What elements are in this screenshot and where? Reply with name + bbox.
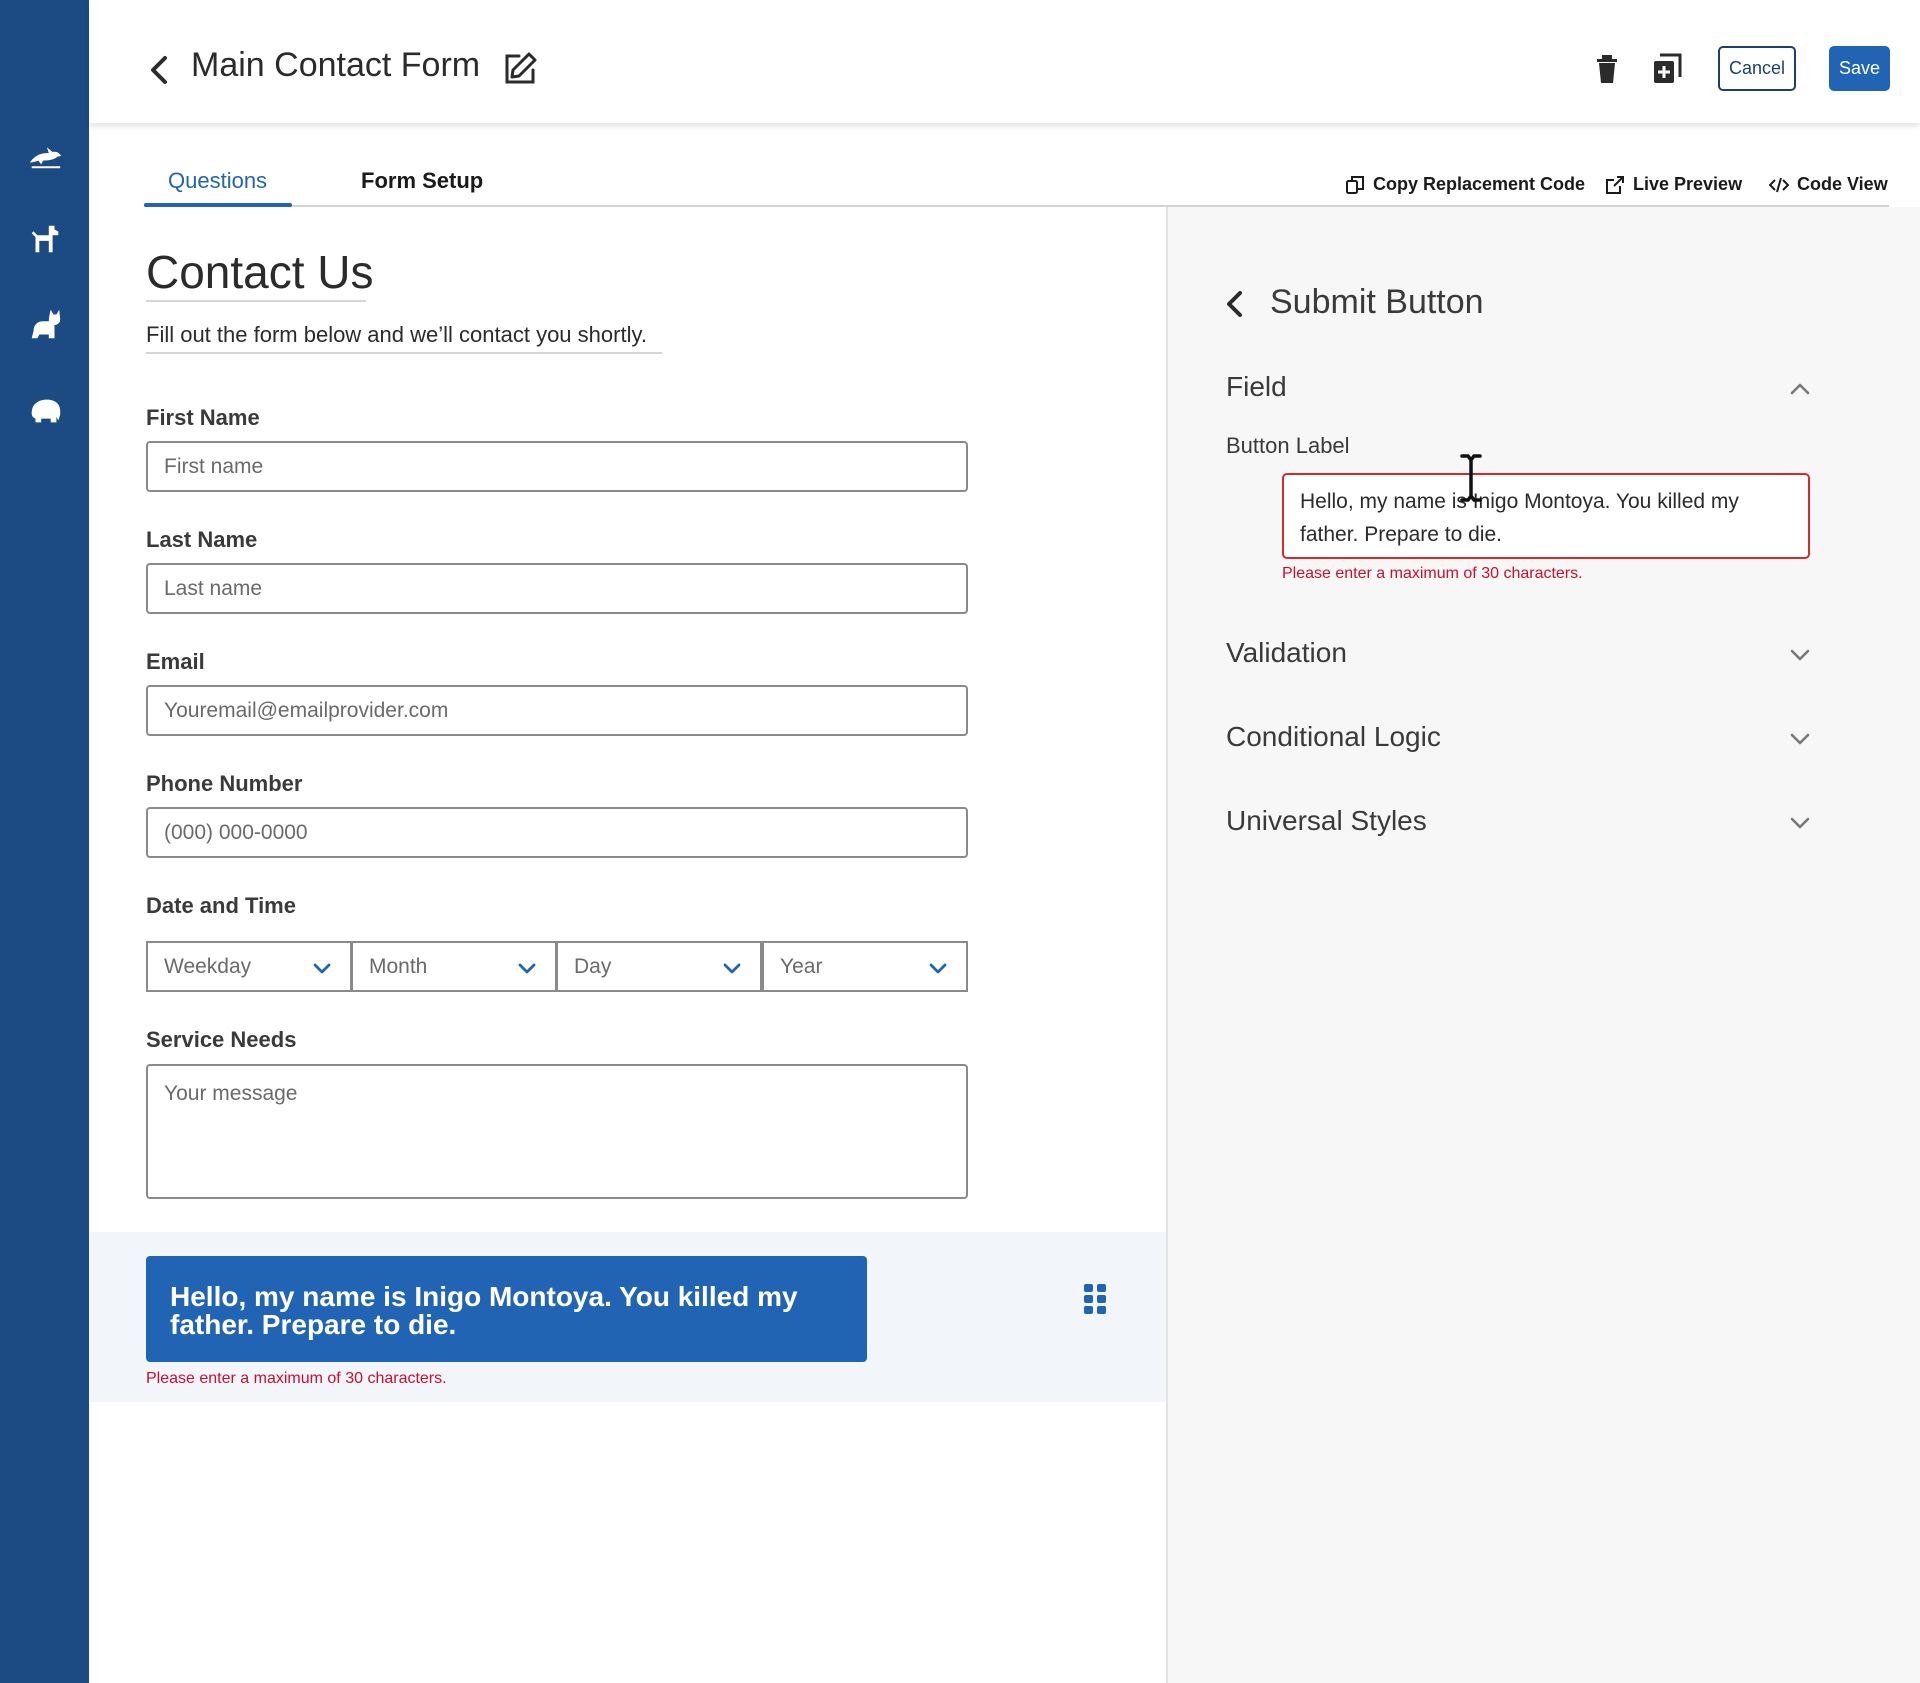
day-select[interactable]: Day (556, 941, 762, 992)
first-name-input[interactable] (146, 441, 968, 492)
save-button[interactable]: Save (1829, 46, 1890, 91)
back-arrow-icon[interactable] (145, 52, 175, 88)
form-heading[interactable]: Contact Us (146, 245, 374, 299)
tab-questions[interactable]: Questions (168, 168, 267, 194)
submit-button-block[interactable]: Hello, my name is Inigo Montoya. You kil… (89, 1232, 1166, 1402)
field-section-toggle[interactable]: Field (1226, 371, 1287, 403)
heading-underline (146, 300, 366, 302)
code-icon (1769, 177, 1789, 192)
last-name-input[interactable] (146, 563, 968, 614)
active-tab-indicator (144, 203, 292, 207)
submit-button-error: Please enter a maximum of 30 characters. (146, 1370, 447, 1387)
drag-handle-icon[interactable] (1082, 1282, 1108, 1316)
live-preview-label: Live Preview (1633, 174, 1743, 194)
day-select-value: Day (574, 954, 612, 978)
month-select-value: Month (369, 954, 428, 978)
tab-form-setup[interactable]: Form Setup (361, 168, 483, 194)
external-link-icon (1606, 175, 1624, 194)
year-select[interactable]: Year (762, 941, 968, 992)
cat-icon[interactable] (24, 304, 66, 346)
text-cursor-icon (1456, 452, 1486, 504)
universal-styles-section-toggle[interactable]: Universal Styles (1226, 805, 1427, 837)
first-name-label: First Name (146, 405, 260, 430)
validation-section-toggle[interactable]: Validation (1226, 637, 1347, 669)
live-preview-link[interactable]: Live Preview (1605, 174, 1742, 195)
submit-button[interactable]: Hello, my name is Inigo Montoya. You kil… (146, 1256, 867, 1362)
chevron-down-icon (722, 958, 742, 978)
weekday-select[interactable]: Weekday (146, 941, 352, 992)
duplicate-icon[interactable] (1651, 52, 1683, 86)
code-view-label: Code View (1797, 174, 1888, 194)
panel-title: Submit Button (1270, 283, 1484, 321)
service-needs-label: Service Needs (146, 1027, 297, 1052)
chevron-down-icon[interactable] (1788, 643, 1812, 667)
chevron-up-icon[interactable] (1788, 377, 1812, 401)
weekday-select-value: Weekday (164, 954, 252, 978)
email-input[interactable] (146, 685, 968, 736)
app-sidebar (0, 0, 89, 1683)
edit-icon[interactable] (501, 50, 539, 88)
dog-icon[interactable] (24, 218, 66, 260)
form-title: Main Contact Form (191, 46, 481, 84)
dolphin-icon[interactable] (24, 132, 66, 174)
top-bar: Main Contact Form Cancel Save (89, 0, 1920, 123)
button-label-error: Please enter a maximum of 30 characters. (1282, 565, 1583, 582)
chevron-down-icon (928, 958, 948, 978)
phone-number-input[interactable] (146, 807, 968, 858)
panel-back-icon[interactable] (1222, 287, 1248, 321)
copy-replacement-code-link[interactable]: Copy Replacement Code (1345, 174, 1585, 195)
month-select[interactable]: Month (351, 941, 557, 992)
conditional-logic-section-toggle[interactable]: Conditional Logic (1226, 721, 1441, 753)
trash-icon[interactable] (1591, 52, 1623, 86)
button-label-label: Button Label (1226, 433, 1350, 458)
subheading-underline (146, 352, 662, 354)
form-subheading[interactable]: Fill out the form below and we’ll contac… (146, 322, 647, 348)
copy-icon (1346, 175, 1364, 194)
service-needs-textarea[interactable] (146, 1064, 968, 1199)
button-label-input[interactable]: Hello, my name is Inigo Montoya. You kil… (1282, 473, 1810, 559)
cancel-button[interactable]: Cancel (1718, 46, 1796, 91)
email-label: Email (146, 649, 205, 674)
elephant-icon[interactable] (24, 390, 66, 432)
phone-number-label: Phone Number (146, 771, 303, 796)
properties-panel: Submit Button Field Button Label Hello, … (1166, 207, 1920, 1683)
chevron-down-icon[interactable] (1788, 727, 1812, 751)
copy-replacement-code-label: Copy Replacement Code (1373, 174, 1586, 194)
chevron-down-icon (517, 958, 537, 978)
chevron-down-icon (312, 958, 332, 978)
year-select-value: Year (780, 954, 823, 978)
code-view-link[interactable]: Code View (1769, 174, 1888, 195)
date-time-label: Date and Time (146, 893, 296, 918)
chevron-down-icon[interactable] (1788, 811, 1812, 835)
last-name-label: Last Name (146, 527, 258, 552)
